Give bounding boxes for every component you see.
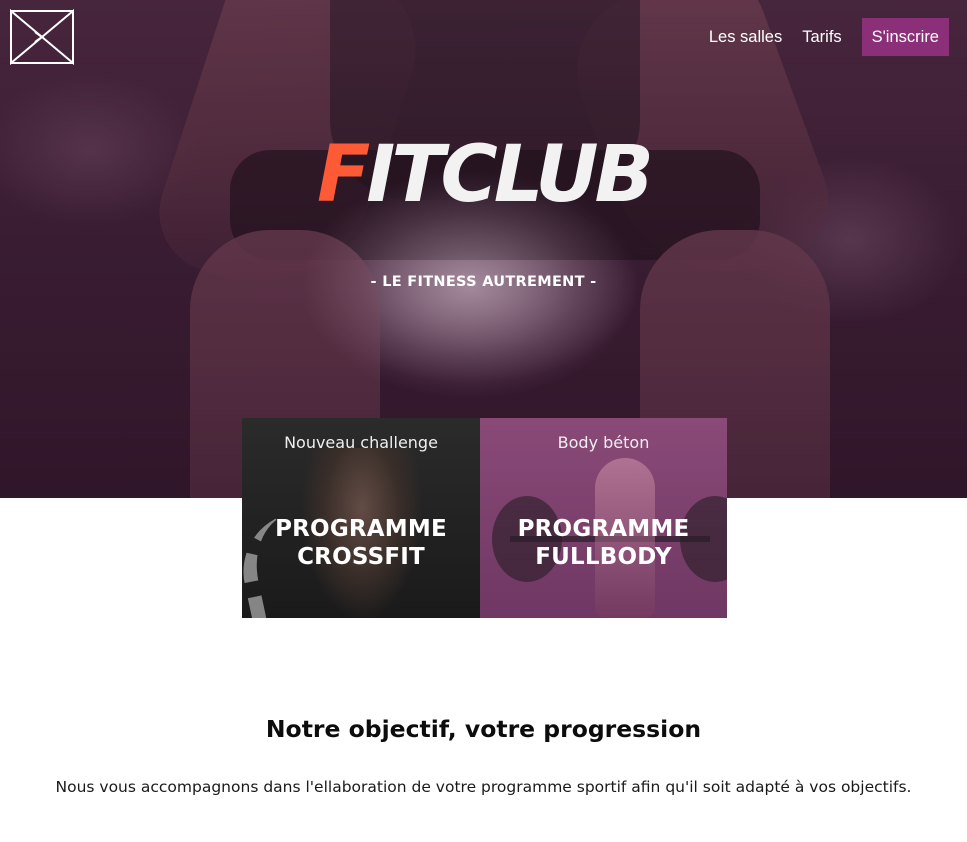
card-kicker: Body béton xyxy=(557,433,650,452)
program-cards: Nouveau challenge PROGRAMME CROSSFIT Bod… xyxy=(242,418,727,618)
card-title-line: PROGRAMME xyxy=(275,516,447,542)
program-card-crossfit[interactable]: Nouveau challenge PROGRAMME CROSSFIT xyxy=(242,418,480,618)
brand-title-accent: F xyxy=(317,130,370,220)
card-title-line: FULLBODY xyxy=(535,544,672,570)
card-title: PROGRAMME CROSSFIT xyxy=(242,515,480,571)
card-title: PROGRAMME FULLBODY xyxy=(480,515,727,571)
card-kicker: Nouveau challenge xyxy=(284,433,438,452)
bowtie-logo-icon[interactable] xyxy=(9,8,75,66)
brand-title-rest: ITCLUB xyxy=(366,130,654,220)
section-description: Nous vous accompagnons dans l'ellaborati… xyxy=(55,778,912,796)
card-title-line: CROSSFIT xyxy=(297,544,425,570)
signup-button[interactable]: S'inscrire xyxy=(861,18,949,56)
hero-tagline: - LE FITNESS AUTREMENT - xyxy=(370,274,597,290)
brand-title: FITCLUB xyxy=(0,132,967,218)
main-nav: Les salles Tarifs S'inscrire xyxy=(699,18,949,56)
program-card-fullbody[interactable]: Body béton PROGRAMME FULLBODY xyxy=(480,418,727,618)
card-title-line: PROGRAMME xyxy=(517,516,690,542)
section-title: Notre objectif, votre progression xyxy=(265,715,702,743)
nav-link-les-salles[interactable]: Les salles xyxy=(699,18,792,56)
nav-link-tarifs[interactable]: Tarifs xyxy=(792,18,851,56)
